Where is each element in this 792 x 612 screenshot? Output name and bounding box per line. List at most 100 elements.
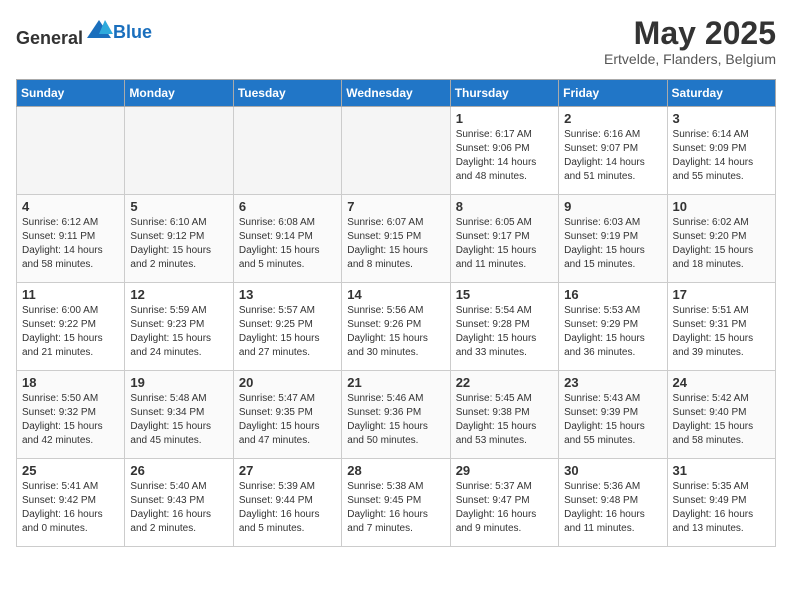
day-info: Sunrise: 5:37 AM Sunset: 9:47 PM Dayligh… xyxy=(456,480,553,536)
day-info: Sunrise: 6:02 AM Sunset: 9:20 PM Dayligh… xyxy=(673,216,770,272)
calendar-cell: 13 Sunrise: 5:57 AM Sunset: 9:25 PM Dayli… xyxy=(233,283,341,371)
day-number: 31 xyxy=(673,463,770,478)
day-info: Sunrise: 6:10 AM Sunset: 9:12 PM Dayligh… xyxy=(130,216,227,272)
day-info: Sunrise: 5:43 AM Sunset: 9:39 PM Dayligh… xyxy=(564,392,661,448)
day-info: Sunrise: 5:48 AM Sunset: 9:34 PM Dayligh… xyxy=(130,392,227,448)
logo-general: General xyxy=(16,28,83,48)
calendar-cell: 22Sunrise: 5:45 AM Sunset: 9:38 PM Dayli… xyxy=(450,371,558,459)
calendar-cell: 7 Sunrise: 6:07 AM Sunset: 9:15 PM Daylig… xyxy=(342,195,450,283)
weekday-header: Friday xyxy=(559,80,667,107)
day-number: 7 xyxy=(347,199,444,214)
calendar-week-row: 11 Sunrise: 6:00 AM Sunset: 9:22 PM Dayli… xyxy=(17,283,776,371)
calendar-cell: 8 Sunrise: 6:05 AM Sunset: 9:17 PM Daylig… xyxy=(450,195,558,283)
calendar-cell: 9 Sunrise: 6:03 AM Sunset: 9:19 PM Daylig… xyxy=(559,195,667,283)
day-info: Sunrise: 6:00 AM Sunset: 9:22 PM Dayligh… xyxy=(22,304,119,360)
calendar-week-row: 4 Sunrise: 6:12 AM Sunset: 9:11 PM Daylig… xyxy=(17,195,776,283)
day-number: 12 xyxy=(130,287,227,302)
day-number: 28 xyxy=(347,463,444,478)
calendar-cell: 24Sunrise: 5:42 AM Sunset: 9:40 PM Dayli… xyxy=(667,371,775,459)
calendar-cell: 11 Sunrise: 6:00 AM Sunset: 9:22 PM Dayli… xyxy=(17,283,125,371)
day-number: 2 xyxy=(564,111,661,126)
day-info: Sunrise: 5:51 AM Sunset: 9:31 PM Dayligh… xyxy=(673,304,770,360)
calendar-cell: 20Sunrise: 5:47 AM Sunset: 9:35 PM Dayli… xyxy=(233,371,341,459)
day-number: 3 xyxy=(673,111,770,126)
day-info: Sunrise: 5:47 AM Sunset: 9:35 PM Dayligh… xyxy=(239,392,336,448)
day-number: 15 xyxy=(456,287,553,302)
calendar-cell: 3Sunrise: 6:14 AM Sunset: 9:09 PM Daylig… xyxy=(667,107,775,195)
day-number: 18 xyxy=(22,375,119,390)
calendar-table: SundayMondayTuesdayWednesdayThursdayFrid… xyxy=(16,79,776,547)
calendar-body: 1 Sunrise: 6:17 AM Sunset: 9:06 PM Daylig… xyxy=(17,107,776,547)
day-number: 30 xyxy=(564,463,661,478)
calendar-cell: 2 Sunrise: 6:16 AM Sunset: 9:07 PM Daylig… xyxy=(559,107,667,195)
day-number: 8 xyxy=(456,199,553,214)
day-number: 25 xyxy=(22,463,119,478)
calendar-cell: 26 Sunrise: 5:40 AM Sunset: 9:43 PM Dayli… xyxy=(125,459,233,547)
day-info: Sunrise: 5:39 AM Sunset: 9:44 PM Dayligh… xyxy=(239,480,336,536)
day-info: Sunrise: 5:38 AM Sunset: 9:45 PM Dayligh… xyxy=(347,480,444,536)
weekday-header: Monday xyxy=(125,80,233,107)
day-info: Sunrise: 6:12 AM Sunset: 9:11 PM Dayligh… xyxy=(22,216,119,272)
day-number: 14 xyxy=(347,287,444,302)
weekday-header: Saturday xyxy=(667,80,775,107)
logo: General Blue xyxy=(16,16,152,49)
weekday-header: Wednesday xyxy=(342,80,450,107)
day-info: Sunrise: 5:54 AM Sunset: 9:28 PM Dayligh… xyxy=(456,304,553,360)
day-number: 11 xyxy=(22,287,119,302)
calendar-cell: 23 Sunrise: 5:43 AM Sunset: 9:39 PM Dayli… xyxy=(559,371,667,459)
day-number: 5 xyxy=(130,199,227,214)
calendar-cell: 29 Sunrise: 5:37 AM Sunset: 9:47 PM Dayli… xyxy=(450,459,558,547)
calendar-cell: 21Sunrise: 5:46 AM Sunset: 9:36 PM Dayli… xyxy=(342,371,450,459)
day-info: Sunrise: 5:50 AM Sunset: 9:32 PM Dayligh… xyxy=(22,392,119,448)
weekday-header: Thursday xyxy=(450,80,558,107)
day-number: 19 xyxy=(130,375,227,390)
day-info: Sunrise: 5:42 AM Sunset: 9:40 PM Dayligh… xyxy=(673,392,770,448)
calendar-cell: 30 Sunrise: 5:36 AM Sunset: 9:48 PM Dayli… xyxy=(559,459,667,547)
calendar-cell xyxy=(342,107,450,195)
day-info: Sunrise: 6:05 AM Sunset: 9:17 PM Dayligh… xyxy=(456,216,553,272)
day-info: Sunrise: 5:36 AM Sunset: 9:48 PM Dayligh… xyxy=(564,480,661,536)
weekday-header: Sunday xyxy=(17,80,125,107)
calendar-cell: 14 Sunrise: 5:56 AM Sunset: 9:26 PM Dayli… xyxy=(342,283,450,371)
day-info: Sunrise: 5:45 AM Sunset: 9:38 PM Dayligh… xyxy=(456,392,553,448)
calendar-cell: 19 Sunrise: 5:48 AM Sunset: 9:34 PM Dayli… xyxy=(125,371,233,459)
calendar-cell: 25Sunrise: 5:41 AM Sunset: 9:42 PM Dayli… xyxy=(17,459,125,547)
day-info: Sunrise: 6:16 AM Sunset: 9:07 PM Dayligh… xyxy=(564,128,661,184)
day-info: Sunrise: 6:08 AM Sunset: 9:14 PM Dayligh… xyxy=(239,216,336,272)
day-number: 26 xyxy=(130,463,227,478)
day-info: Sunrise: 6:03 AM Sunset: 9:19 PM Dayligh… xyxy=(564,216,661,272)
calendar-cell: 31Sunrise: 5:35 AM Sunset: 9:49 PM Dayli… xyxy=(667,459,775,547)
day-number: 13 xyxy=(239,287,336,302)
calendar-cell: 18 Sunrise: 5:50 AM Sunset: 9:32 PM Dayli… xyxy=(17,371,125,459)
day-number: 23 xyxy=(564,375,661,390)
calendar-cell: 1 Sunrise: 6:17 AM Sunset: 9:06 PM Daylig… xyxy=(450,107,558,195)
day-number: 17 xyxy=(673,287,770,302)
calendar-week-row: 18 Sunrise: 5:50 AM Sunset: 9:32 PM Dayli… xyxy=(17,371,776,459)
day-info: Sunrise: 6:17 AM Sunset: 9:06 PM Dayligh… xyxy=(456,128,553,184)
day-number: 10 xyxy=(673,199,770,214)
calendar-cell: 12 Sunrise: 5:59 AM Sunset: 9:23 PM Dayli… xyxy=(125,283,233,371)
day-info: Sunrise: 5:46 AM Sunset: 9:36 PM Dayligh… xyxy=(347,392,444,448)
calendar-cell: 6 Sunrise: 6:08 AM Sunset: 9:14 PM Daylig… xyxy=(233,195,341,283)
month-title: May 2025 xyxy=(604,16,776,51)
day-number: 1 xyxy=(456,111,553,126)
day-info: Sunrise: 6:07 AM Sunset: 9:15 PM Dayligh… xyxy=(347,216,444,272)
day-number: 29 xyxy=(456,463,553,478)
day-number: 9 xyxy=(564,199,661,214)
day-info: Sunrise: 5:59 AM Sunset: 9:23 PM Dayligh… xyxy=(130,304,227,360)
title-block: May 2025 Ertvelde, Flanders, Belgium xyxy=(604,16,776,67)
weekday-header: Tuesday xyxy=(233,80,341,107)
calendar-cell: 4 Sunrise: 6:12 AM Sunset: 9:11 PM Daylig… xyxy=(17,195,125,283)
page-header: General Blue May 2025 Ertvelde, Flanders… xyxy=(16,16,776,67)
day-info: Sunrise: 5:40 AM Sunset: 9:43 PM Dayligh… xyxy=(130,480,227,536)
calendar-cell: 10 Sunrise: 6:02 AM Sunset: 9:20 PM Dayli… xyxy=(667,195,775,283)
logo-icon xyxy=(85,16,113,44)
day-info: Sunrise: 5:53 AM Sunset: 9:29 PM Dayligh… xyxy=(564,304,661,360)
calendar-cell: 28 Sunrise: 5:38 AM Sunset: 9:45 PM Dayli… xyxy=(342,459,450,547)
calendar-cell: 27Sunrise: 5:39 AM Sunset: 9:44 PM Dayli… xyxy=(233,459,341,547)
day-number: 4 xyxy=(22,199,119,214)
calendar-cell xyxy=(125,107,233,195)
day-number: 6 xyxy=(239,199,336,214)
day-info: Sunrise: 5:57 AM Sunset: 9:25 PM Dayligh… xyxy=(239,304,336,360)
day-info: Sunrise: 5:56 AM Sunset: 9:26 PM Dayligh… xyxy=(347,304,444,360)
